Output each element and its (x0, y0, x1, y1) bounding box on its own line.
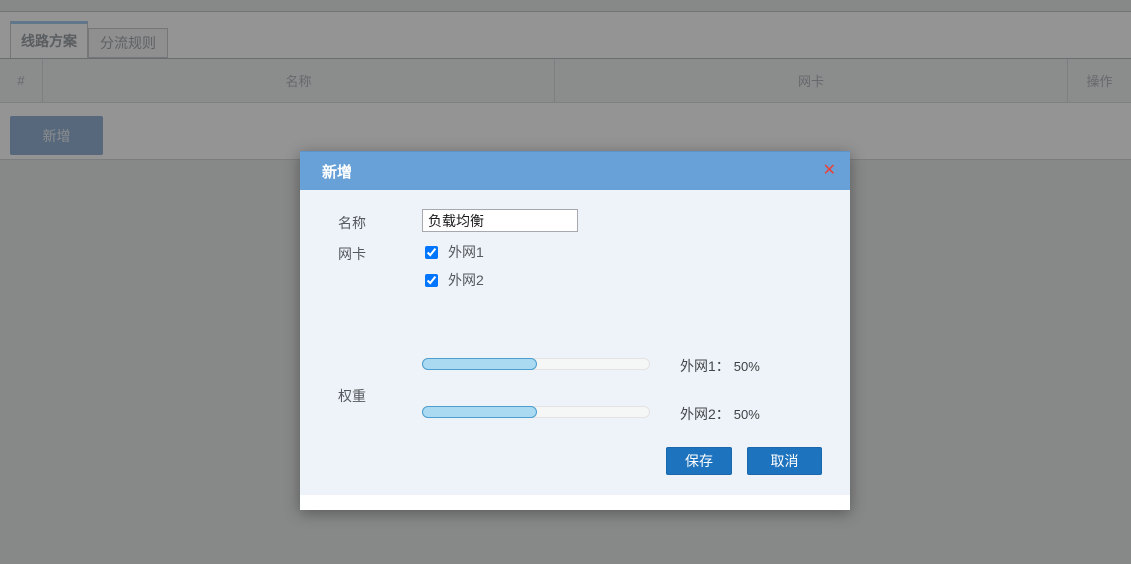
name-field-label: 名称 (338, 213, 366, 233)
wan2-weight-label: 外网2： (680, 406, 730, 422)
wan2-slider-track[interactable] (422, 406, 650, 418)
weight-field-label: 权重 (338, 386, 366, 406)
dialog-footer (300, 495, 850, 510)
wan1-checkbox[interactable] (425, 246, 438, 259)
wan1-slider-track[interactable] (422, 358, 650, 370)
wan1-weight-label: 外网1： (680, 358, 730, 374)
wan2-weight-caption: 外网2： 50% (680, 404, 880, 424)
wan1-slider-fill[interactable] (422, 358, 537, 370)
dialog-body: 名称 网卡 外网1 外网2 权重 外网1： 50% 外网2： 50% 保存 取消 (300, 190, 850, 495)
nic-option-wan2: 外网2 (425, 270, 484, 290)
wan1-weight-percent: 50% (734, 359, 760, 374)
nic-option-wan1: 外网1 (425, 242, 484, 262)
close-icon[interactable]: ✕ (823, 163, 836, 179)
nic-field-label: 网卡 (338, 244, 366, 264)
name-input[interactable] (422, 209, 578, 232)
wan2-checkbox[interactable] (425, 274, 438, 287)
dialog-title: 新增 (322, 161, 352, 182)
wan2-slider-fill[interactable] (422, 406, 537, 418)
wan1-checkbox-label: 外网1 (448, 242, 484, 262)
wan2-checkbox-label: 外网2 (448, 270, 484, 290)
dialog-header: 新增 ✕ (300, 151, 850, 190)
wan1-weight-caption: 外网1： 50% (680, 356, 880, 376)
save-button[interactable]: 保存 (666, 447, 732, 475)
cancel-button[interactable]: 取消 (747, 447, 822, 475)
wan2-weight-percent: 50% (734, 407, 760, 422)
dialog-actions: 保存 取消 (666, 447, 822, 475)
add-dialog: 新增 ✕ 名称 网卡 外网1 外网2 权重 外网1： 50% 外网2： 50% (300, 151, 850, 510)
